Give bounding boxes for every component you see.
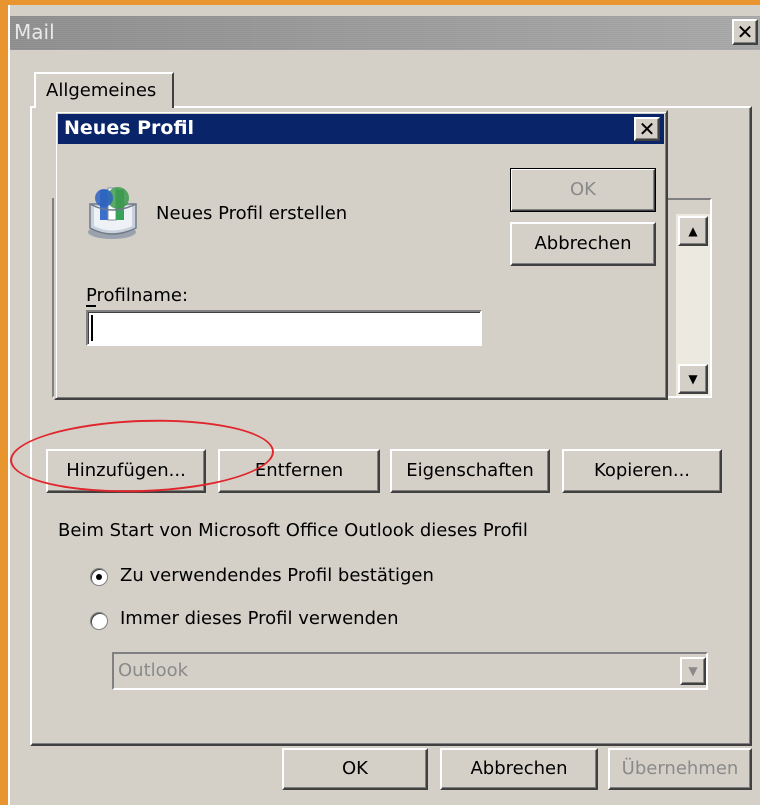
tab-allgemeines[interactable]: Allgemeines bbox=[34, 72, 174, 108]
radio-always-profile-label[interactable]: Immer dieses Profil verwenden bbox=[120, 608, 398, 629]
dialog-close-button[interactable]: ✕ bbox=[634, 117, 660, 141]
radio-selected-dot bbox=[96, 574, 102, 580]
chevron-down-icon: ▼ bbox=[688, 664, 698, 678]
profile-select-arrow[interactable]: ▼ bbox=[680, 657, 706, 685]
cancel-button[interactable]: Abbrechen bbox=[440, 748, 598, 790]
triangle-up-icon: ▲ bbox=[688, 224, 698, 238]
mail-profile-icon bbox=[82, 180, 146, 244]
profile-name-label: Profilname: bbox=[86, 285, 189, 306]
close-icon: ✕ bbox=[736, 20, 754, 44]
profile-name-accelerator-underline bbox=[86, 305, 96, 307]
radio-always-profile[interactable] bbox=[90, 612, 108, 630]
radio-confirm-profile-label[interactable]: Zu verwendendes Profil bestätigen bbox=[120, 565, 434, 586]
dialog-cancel-button[interactable]: Abbrechen bbox=[510, 222, 656, 266]
properties-button[interactable]: Eigenschaften bbox=[390, 449, 550, 493]
radio-confirm-profile[interactable] bbox=[90, 568, 108, 586]
window-close-button[interactable]: ✕ bbox=[732, 19, 758, 45]
startup-label: Beim Start von Microsoft Office Outlook … bbox=[58, 520, 528, 541]
profile-name-input[interactable] bbox=[86, 310, 482, 346]
scroll-down-button[interactable]: ▼ bbox=[678, 364, 708, 394]
triangle-down-icon: ▼ bbox=[688, 372, 698, 386]
window-left-border bbox=[0, 5, 8, 805]
ok-button[interactable]: OK bbox=[282, 748, 428, 790]
remove-button[interactable]: Entfernen bbox=[218, 449, 380, 493]
close-icon: ✕ bbox=[638, 117, 656, 141]
add-button[interactable]: Hinzufügen... bbox=[46, 449, 206, 493]
text-caret bbox=[91, 315, 93, 341]
dialog-title: Neues Profil bbox=[64, 117, 195, 139]
window-titlebar[interactable] bbox=[10, 16, 760, 50]
dialog-heading: Neues Profil erstellen bbox=[156, 203, 348, 224]
scroll-up-button[interactable]: ▲ bbox=[678, 216, 708, 246]
copy-button[interactable]: Kopieren... bbox=[562, 449, 722, 493]
apply-button[interactable]: Übernehmen bbox=[608, 748, 752, 790]
window-title: Mail bbox=[14, 20, 55, 44]
dialog-ok-button[interactable]: OK bbox=[510, 168, 656, 212]
profile-select-value: Outlook bbox=[118, 660, 189, 681]
profile-select[interactable] bbox=[112, 652, 708, 690]
